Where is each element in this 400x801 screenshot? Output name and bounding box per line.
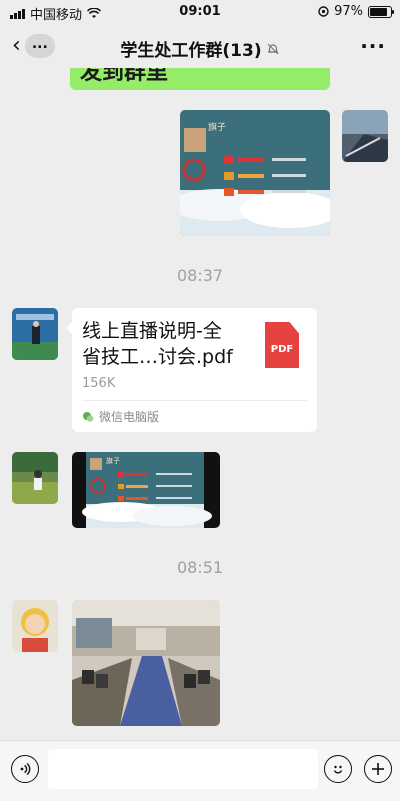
battery-percent: 97% — [334, 4, 363, 19]
image-message-slide-2[interactable]: 旗子 — [72, 452, 220, 528]
bell-mute-icon — [267, 43, 279, 54]
message-input[interactable] — [48, 749, 318, 789]
slide-title-text: 旗子 — [106, 457, 120, 465]
timestamp: 08:51 — [176, 558, 224, 577]
file-name: 线上直播说明-全 省技工…讨会.pdf — [82, 318, 260, 370]
more-options-button[interactable]: ··· — [360, 34, 386, 58]
plus-icon[interactable] — [364, 755, 392, 783]
battery-icon — [368, 5, 394, 18]
slide-title-text: 旗子 — [208, 123, 227, 133]
sender-avatar[interactable] — [12, 452, 58, 504]
chat-title: 学生处工作群(13) — [120, 41, 262, 61]
file-source: 微信电脑版 — [82, 408, 159, 425]
avatar-image — [12, 600, 58, 652]
file-name-line-2: 省技工…讨会.pdf — [82, 346, 233, 368]
input-bar — [0, 740, 400, 801]
file-name-line-1: 线上直播说明-全 — [82, 320, 222, 342]
emoji-icon[interactable] — [324, 755, 352, 783]
avatar-image — [12, 308, 58, 360]
avatar-image — [12, 452, 58, 504]
timestamp: 08:37 — [176, 266, 224, 285]
slide-image — [180, 110, 330, 236]
meeting-photo-image — [72, 600, 220, 726]
voice-icon[interactable] — [11, 755, 39, 783]
file-source-label: 微信电脑版 — [99, 410, 160, 424]
image-message-slide-1[interactable]: 旗子 — [180, 110, 330, 236]
file-size: 156K — [82, 376, 116, 391]
smiley-face-icon — [333, 765, 343, 774]
sender-avatar[interactable] — [12, 308, 58, 360]
sender-avatar[interactable] — [12, 600, 58, 652]
chat-header: ‹ ... 学生处工作群(13) ··· — [0, 24, 400, 68]
chat-title-wrap[interactable]: 学生处工作群(13) — [0, 36, 400, 61]
my-text-bubble[interactable]: 发到群里 — [70, 68, 330, 90]
status-bar: 中国移动 09:01 97% — [0, 0, 400, 24]
location-lock-icon — [318, 6, 329, 17]
my-avatar[interactable] — [342, 110, 388, 162]
pdf-label: PDF — [270, 344, 294, 355]
my-text-content: 发到群里 — [80, 68, 169, 85]
slide-image — [72, 452, 220, 528]
plus-sign-icon — [372, 763, 384, 775]
wechat-pc-icon — [83, 411, 94, 422]
voice-wave-icon — [20, 762, 31, 776]
avatar-image — [342, 110, 388, 162]
file-message-card[interactable]: 线上直播说明-全 省技工…讨会.pdf PDF 156K 微信电脑版 — [66, 308, 317, 432]
file-divider — [82, 400, 307, 401]
pdf-file-icon: PDF — [265, 322, 299, 368]
chat-area[interactable]: 发到群里 旗子 08:37 线上直播说明-全 省技工…讨会.pdf PDF 15… — [0, 68, 400, 740]
status-right: 97% — [318, 4, 394, 19]
image-message-meeting-photo[interactable] — [72, 600, 220, 726]
